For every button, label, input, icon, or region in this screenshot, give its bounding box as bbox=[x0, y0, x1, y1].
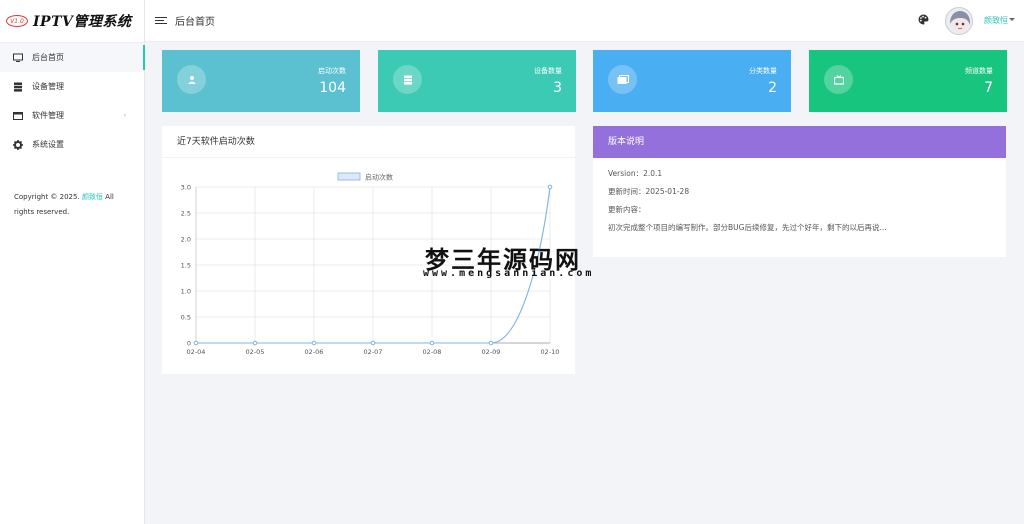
stat-value: 7 bbox=[984, 80, 993, 96]
stat-card-devices: 设备数量 3 bbox=[378, 50, 576, 112]
legend-label: 启动次数 bbox=[365, 173, 393, 182]
data-point bbox=[311, 340, 317, 346]
copyright-link[interactable]: 颜致恒 bbox=[82, 193, 103, 201]
stat-label: 分类数量 bbox=[749, 67, 777, 75]
x-tick-label: 02-06 bbox=[305, 348, 324, 356]
brand-logo: V1.0 bbox=[6, 15, 28, 27]
avatar[interactable] bbox=[945, 7, 973, 35]
x-tick-label: 02-08 bbox=[423, 348, 442, 356]
stat-card-channels: 频道数量 7 bbox=[809, 50, 1007, 112]
sidebar-item-label: 后台首页 bbox=[32, 53, 64, 62]
sidebar-item-label: 设备管理 bbox=[32, 82, 64, 91]
chart-panel-title: 近7天软件启动次数 bbox=[162, 126, 575, 158]
stat-card-categories: 分类数量 2 bbox=[593, 50, 791, 112]
server-icon bbox=[393, 65, 422, 94]
y-tick-label: 1.5 bbox=[181, 262, 191, 270]
x-tick-label: 02-05 bbox=[246, 348, 265, 356]
username[interactable]: 颜致恒 bbox=[984, 15, 1008, 26]
user-icon bbox=[177, 65, 206, 94]
stat-value: 3 bbox=[553, 80, 562, 96]
sidebar-item-label: 系统设置 bbox=[32, 140, 64, 149]
stat-label: 频道数量 bbox=[965, 67, 993, 75]
y-tick-label: 0 bbox=[187, 340, 191, 348]
version-panel: 版本说明 Version：2.0.1 更新时间：2025-01-28 更新内容：… bbox=[593, 126, 1006, 257]
stat-value: 104 bbox=[319, 80, 346, 96]
x-tick-label: 02-04 bbox=[187, 348, 206, 356]
caret-down-icon[interactable] bbox=[1009, 18, 1015, 21]
y-tick-label: 1.0 bbox=[181, 288, 191, 296]
update-time: 更新时间：2025-01-28 bbox=[608, 187, 690, 196]
monitor-icon bbox=[13, 53, 23, 63]
data-point bbox=[252, 340, 258, 346]
watermark-url: www.mengsannian.com bbox=[423, 268, 595, 279]
y-tick-label: 2.0 bbox=[181, 236, 191, 244]
copyright-prefix: Copyright © 2025. bbox=[14, 193, 80, 201]
x-tick-label: 02-09 bbox=[482, 348, 501, 356]
x-tick-label: 02-10 bbox=[541, 348, 560, 356]
y-tick-label: 3.0 bbox=[181, 184, 191, 192]
sidebar: V1.0 IPTV管理系统 后台首页 设备管理 软件管理 ‹ 系统设置 Copy… bbox=[0, 0, 145, 524]
palette-icon[interactable] bbox=[918, 14, 929, 25]
data-point bbox=[429, 340, 435, 346]
brand[interactable]: V1.0 IPTV管理系统 bbox=[0, 0, 144, 42]
tv-icon bbox=[824, 65, 853, 94]
gear-icon bbox=[13, 139, 23, 150]
stat-label: 设备数量 bbox=[534, 67, 562, 75]
chevron-left-icon: ‹ bbox=[123, 112, 126, 119]
sidebar-item-devices[interactable]: 设备管理 bbox=[0, 72, 144, 101]
data-point bbox=[370, 340, 376, 346]
stat-value: 2 bbox=[768, 80, 777, 96]
update-content: 初次完成整个项目的编写制作。部分BUG后续修复，先过个好年，剩下的以后再说... bbox=[608, 223, 887, 232]
menu-toggle-icon[interactable] bbox=[155, 16, 167, 25]
content-label: 更新内容： bbox=[608, 205, 646, 214]
brand-title: IPTV管理系统 bbox=[33, 14, 132, 30]
folder-icon bbox=[608, 65, 637, 94]
version-text: Version：2.0.1 bbox=[608, 169, 663, 178]
y-tick-label: 0.5 bbox=[181, 314, 191, 322]
sidebar-item-settings[interactable]: 系统设置 bbox=[0, 130, 144, 159]
window-icon bbox=[13, 111, 23, 121]
y-tick-label: 2.5 bbox=[181, 210, 191, 218]
x-tick-label: 02-07 bbox=[364, 348, 383, 356]
sidebar-item-label: 软件管理 bbox=[32, 111, 64, 120]
data-point bbox=[488, 340, 494, 346]
data-point bbox=[547, 184, 553, 190]
stat-label: 启动次数 bbox=[318, 67, 346, 75]
sidebar-item-dashboard[interactable]: 后台首页 bbox=[0, 43, 145, 72]
stat-card-launches: 启动次数 104 bbox=[162, 50, 360, 112]
version-panel-title: 版本说明 bbox=[593, 126, 1006, 158]
top-header: 后台首页 颜致恒 bbox=[145, 0, 1024, 42]
data-point bbox=[193, 340, 199, 346]
server-icon bbox=[13, 82, 23, 92]
sidebar-item-software[interactable]: 软件管理 ‹ bbox=[0, 101, 144, 130]
page-title: 后台首页 bbox=[175, 17, 215, 28]
sidebar-menu: 后台首页 设备管理 软件管理 ‹ 系统设置 bbox=[0, 42, 145, 159]
legend-swatch bbox=[337, 172, 361, 181]
copyright: Copyright © 2025. 颜致恒 All rights reserve… bbox=[14, 190, 132, 220]
